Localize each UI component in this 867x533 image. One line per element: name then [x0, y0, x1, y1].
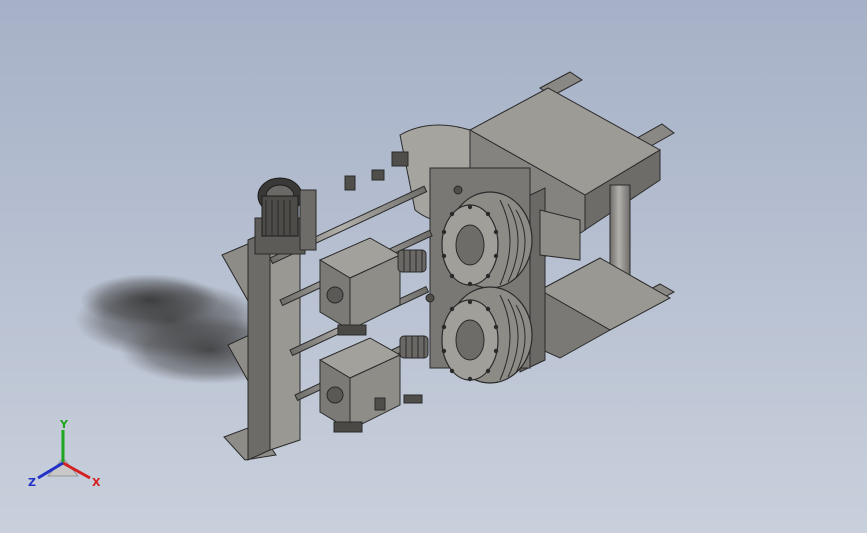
x-axis-label: X: [92, 476, 101, 489]
electric-motor[interactable]: [254, 177, 317, 255]
machine-assembly-model[interactable]: [0, 0, 867, 533]
orientation-triad[interactable]: Y X Z: [18, 418, 108, 498]
z-axis-label: Z: [28, 476, 36, 489]
roller-assembly[interactable]: [429, 167, 533, 384]
y-axis-label: Y: [59, 418, 69, 431]
gearbox-lower[interactable]: [318, 337, 402, 433]
cad-viewport[interactable]: Y X Z: [0, 0, 867, 533]
gearbox-upper[interactable]: [318, 237, 402, 336]
left-guard-plates[interactable]: [221, 229, 301, 461]
